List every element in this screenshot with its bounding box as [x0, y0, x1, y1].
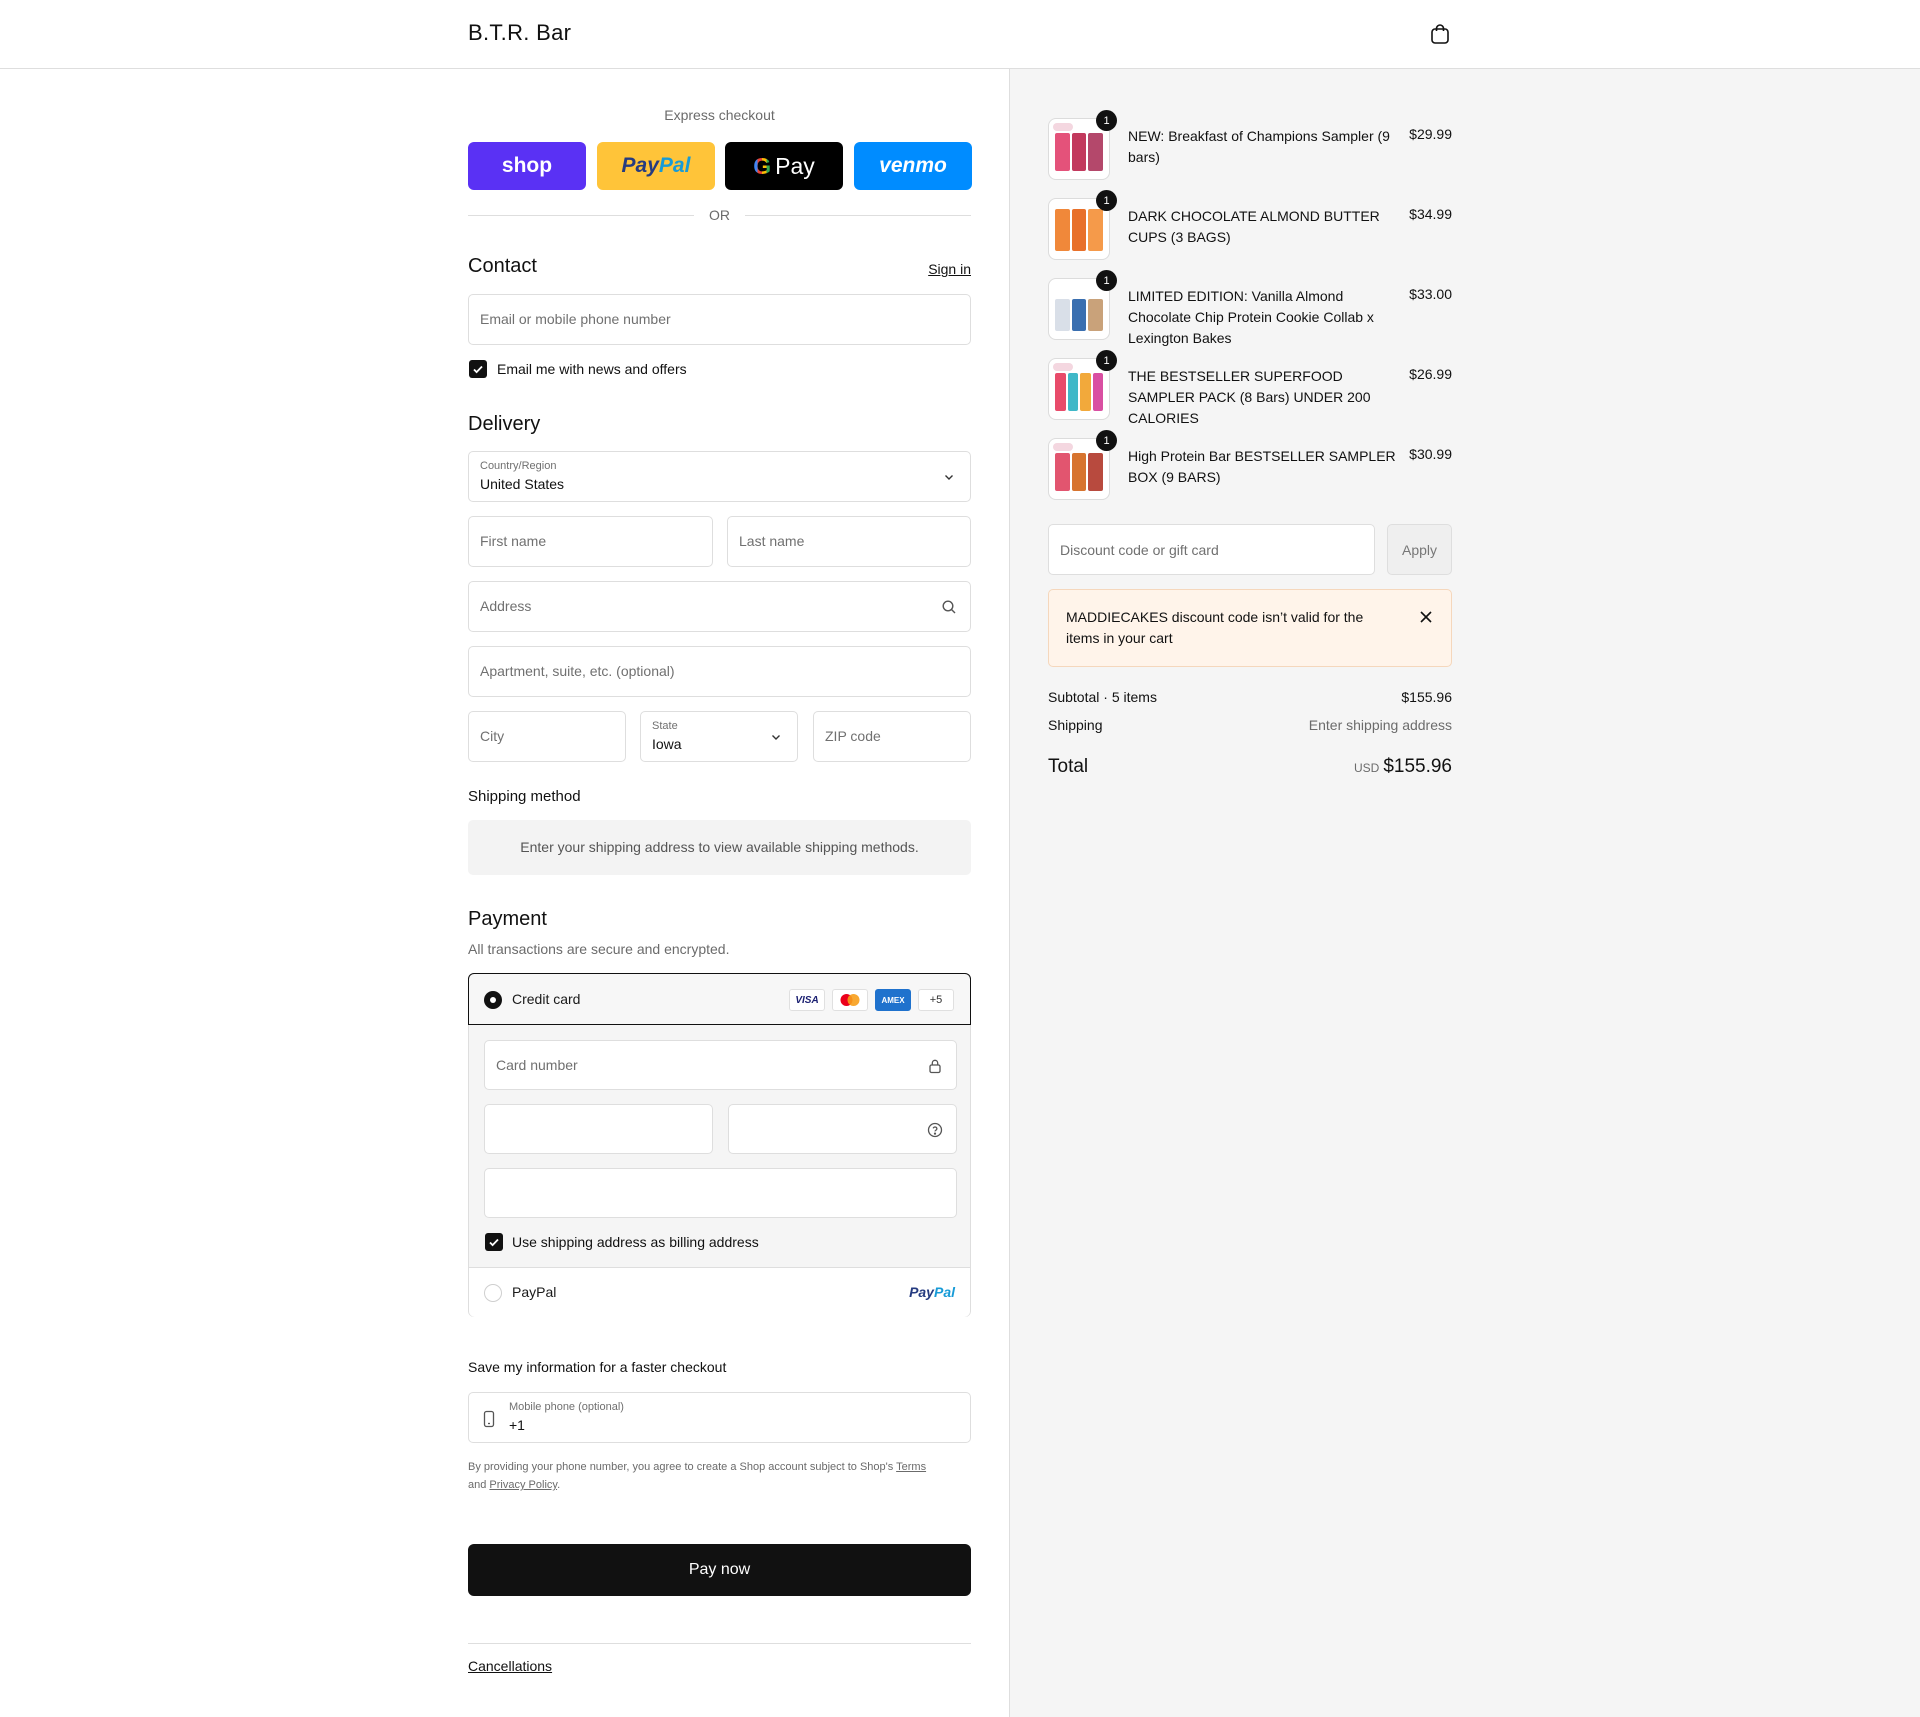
chevron-down-icon	[772, 735, 780, 740]
mastercard-icon	[832, 989, 868, 1011]
more-cards-badge: +5	[918, 989, 954, 1011]
total-label: Total	[1048, 756, 1089, 777]
item-title: DARK CHOCOLATE ALMOND BUTTER CUPS (3 BAG…	[1128, 208, 1380, 245]
item-title: High Protein Bar BESTSELLER SAMPLER BOX …	[1128, 448, 1396, 485]
google-pay-button[interactable]: G Pay	[725, 142, 843, 190]
site-header: B.T.R. Bar	[0, 0, 1920, 69]
express-checkout-label: Express checkout	[664, 107, 775, 123]
shipping-method-heading: Shipping method	[468, 788, 581, 805]
credit-card-label: Credit card	[512, 991, 581, 1007]
terms-link[interactable]: Terms	[896, 1461, 926, 1473]
state-select[interactable]: State Iowa	[640, 711, 798, 762]
email-field[interactable]: Email or mobile phone number	[468, 294, 971, 345]
expiration-date-field[interactable]	[484, 1104, 713, 1154]
paypal-logo: PayPal	[909, 1284, 955, 1300]
paypal-label: PayPal	[512, 1284, 557, 1300]
visa-icon: VISA	[789, 989, 825, 1011]
discount-error-alert: MADDIECAKES discount code isn’t valid fo…	[1048, 589, 1452, 667]
item-title: THE BESTSELLER SUPERFOOD SAMPLER PACK (8…	[1128, 368, 1371, 426]
billing-address-label: Use shipping address as billing address	[512, 1234, 759, 1250]
city-field[interactable]: City	[468, 711, 626, 762]
item-title: NEW: Breakfast of Champions Sampler (9 b…	[1128, 128, 1390, 165]
news-checkbox-label: Email me with news and offers	[497, 361, 687, 377]
address-field[interactable]: Address	[468, 581, 971, 632]
shipping-value: Enter shipping address	[1308, 717, 1452, 733]
shipping-label: Shipping	[1048, 717, 1103, 733]
lock-icon	[929, 1059, 941, 1074]
cart-item: 1 High Protein Bar BESTSELLER SAMPLER BO…	[1048, 430, 1452, 500]
quantity-badge: 1	[1096, 110, 1117, 131]
cart-item: 1 NEW: Breakfast of Champions Sampler (9…	[1048, 110, 1452, 180]
total-value: $155.96	[1383, 756, 1452, 777]
cart-item: 1 THE BESTSELLER SUPERFOOD SAMPLER PACK …	[1048, 350, 1452, 426]
save-info-heading: Save my information for a faster checkou…	[468, 1359, 727, 1375]
news-checkbox[interactable]	[469, 360, 487, 378]
credit-card-option[interactable]: Credit card VISA AMEX +5	[468, 973, 971, 1025]
subtotal-row: Subtotal · 5 items $155.96	[1048, 689, 1452, 705]
paypal-express-button[interactable]: Pay Pal	[597, 142, 715, 190]
country-select[interactable]: Country/Region United States	[468, 451, 971, 502]
apartment-field[interactable]: Apartment, suite, etc. (optional)	[468, 646, 971, 697]
close-icon[interactable]	[1419, 610, 1433, 624]
subtotal-value: $155.96	[1401, 689, 1452, 705]
pay-now-button[interactable]: Pay now	[468, 1544, 971, 1596]
billing-address-checkbox[interactable]	[485, 1233, 503, 1251]
delivery-heading: Delivery	[468, 413, 541, 435]
mobile-phone-field[interactable]: Mobile phone (optional) +1	[468, 1392, 971, 1443]
item-price: $34.99	[1409, 206, 1452, 222]
help-circle-icon[interactable]	[927, 1122, 943, 1138]
payment-heading: Payment	[468, 908, 547, 930]
quantity-badge: 1	[1096, 430, 1117, 451]
cart-item: 1 DARK CHOCOLATE ALMOND BUTTER CUPS (3 B…	[1048, 190, 1452, 260]
shipping-row: Shipping Enter shipping address	[1048, 717, 1452, 733]
google-g-icon: G	[753, 152, 772, 179]
phone-legal-text: By providing your phone number, you agre…	[468, 1461, 927, 1491]
paypal-option[interactable]: PayPal PayPal	[469, 1267, 970, 1317]
item-price: $26.99	[1409, 366, 1452, 382]
subtotal-label: Subtotal · 5 items	[1048, 689, 1157, 705]
cancellations-link[interactable]: Cancellations	[468, 1658, 552, 1674]
total-row: Total USD $155.96	[1048, 756, 1452, 782]
shop-pay-button[interactable]: shop	[468, 142, 586, 190]
sign-in-link[interactable]: Sign in	[928, 261, 971, 277]
item-price: $29.99	[1409, 126, 1452, 142]
security-code-field[interactable]	[728, 1104, 957, 1154]
payment-methods: Credit card VISA AMEX +5 Card number Use…	[468, 973, 971, 1317]
paypal-radio[interactable]	[484, 1284, 502, 1302]
or-divider: OR	[468, 205, 971, 225]
cart-item: 1 LIMITED EDITION: Vanilla Almond Chocol…	[1048, 270, 1452, 346]
store-logo[interactable]: B.T.R. Bar	[468, 20, 571, 46]
discount-code-input[interactable]: Discount code or gift card	[1048, 524, 1375, 575]
amex-icon: AMEX	[875, 989, 911, 1011]
card-number-field[interactable]: Card number	[484, 1040, 957, 1090]
first-name-field[interactable]: First name	[468, 516, 713, 567]
shopping-bag-icon[interactable]	[1428, 22, 1452, 46]
shipping-methods-notice: Enter your shipping address to view avai…	[468, 820, 971, 875]
item-price: $30.99	[1409, 446, 1452, 462]
last-name-field[interactable]: Last name	[727, 516, 971, 567]
quantity-badge: 1	[1096, 350, 1117, 371]
item-price: $33.00	[1409, 286, 1452, 302]
quantity-badge: 1	[1096, 270, 1117, 291]
item-title: LIMITED EDITION: Vanilla Almond Chocolat…	[1128, 288, 1374, 346]
search-icon	[942, 600, 956, 614]
quantity-badge: 1	[1096, 190, 1117, 211]
currency-code: USD	[1353, 761, 1380, 775]
footer-divider	[468, 1643, 971, 1644]
privacy-policy-link[interactable]: Privacy Policy	[489, 1479, 557, 1491]
venmo-button[interactable]: venmo	[854, 142, 972, 190]
apply-discount-button[interactable]: Apply	[1387, 524, 1452, 575]
credit-card-radio[interactable]	[484, 991, 502, 1009]
chevron-down-icon	[945, 475, 953, 480]
contact-heading: Contact	[468, 255, 537, 277]
payment-subtitle: All transactions are secure and encrypte…	[468, 941, 730, 957]
name-on-card-field[interactable]	[484, 1168, 957, 1218]
mobile-phone-icon	[483, 1410, 495, 1428]
zip-field[interactable]: ZIP code	[813, 711, 971, 762]
